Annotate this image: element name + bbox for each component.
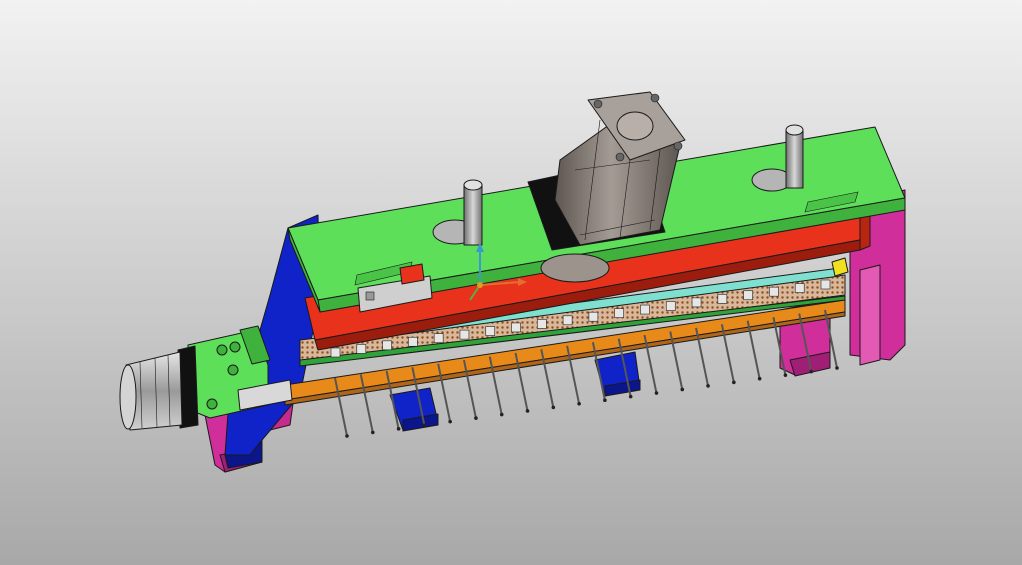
pin-tip <box>732 380 736 385</box>
pin-holder <box>769 286 779 297</box>
pin-tip <box>370 430 375 435</box>
pin-tip <box>809 369 814 374</box>
pin-holder <box>356 344 367 354</box>
pin-tip <box>680 387 685 392</box>
pin-holder <box>691 297 702 308</box>
pin-tip <box>448 419 452 424</box>
pin-tip <box>422 423 427 428</box>
pin-holder <box>511 322 521 333</box>
pin-holder <box>537 319 547 329</box>
pin-tip <box>396 427 401 431</box>
pin-holder <box>330 347 341 358</box>
pin-holder <box>717 294 728 304</box>
pin-tip <box>474 416 478 420</box>
pin-tip <box>628 394 633 399</box>
pin-holder <box>743 290 753 301</box>
pin-tip <box>757 376 762 381</box>
pin-holder <box>588 311 599 322</box>
pin-tip <box>577 401 581 406</box>
pin-tip <box>603 398 607 403</box>
pin-holder <box>408 336 418 347</box>
pin-holder <box>614 308 624 318</box>
pin-holder <box>794 283 805 293</box>
pin-tip <box>525 409 530 413</box>
assembly-model[interactable] <box>0 0 1022 565</box>
pin-holder <box>562 315 573 326</box>
pin-tip <box>499 412 504 417</box>
pin-holder <box>459 329 470 340</box>
pin-tip <box>654 391 659 395</box>
pin-holder <box>665 301 676 311</box>
pin-tip <box>706 384 710 388</box>
pin-holder <box>382 340 392 351</box>
yellow-sensor <box>831 257 849 277</box>
pin-holder <box>485 326 496 336</box>
pin-holder <box>820 279 831 290</box>
pin-tip <box>551 405 556 410</box>
pin-holder <box>640 304 650 315</box>
pin-tip <box>835 366 839 370</box>
pin-holder <box>433 333 444 343</box>
pin-tip <box>783 373 788 377</box>
pin-tip <box>345 434 349 438</box>
cad-viewport[interactable] <box>0 0 1022 565</box>
